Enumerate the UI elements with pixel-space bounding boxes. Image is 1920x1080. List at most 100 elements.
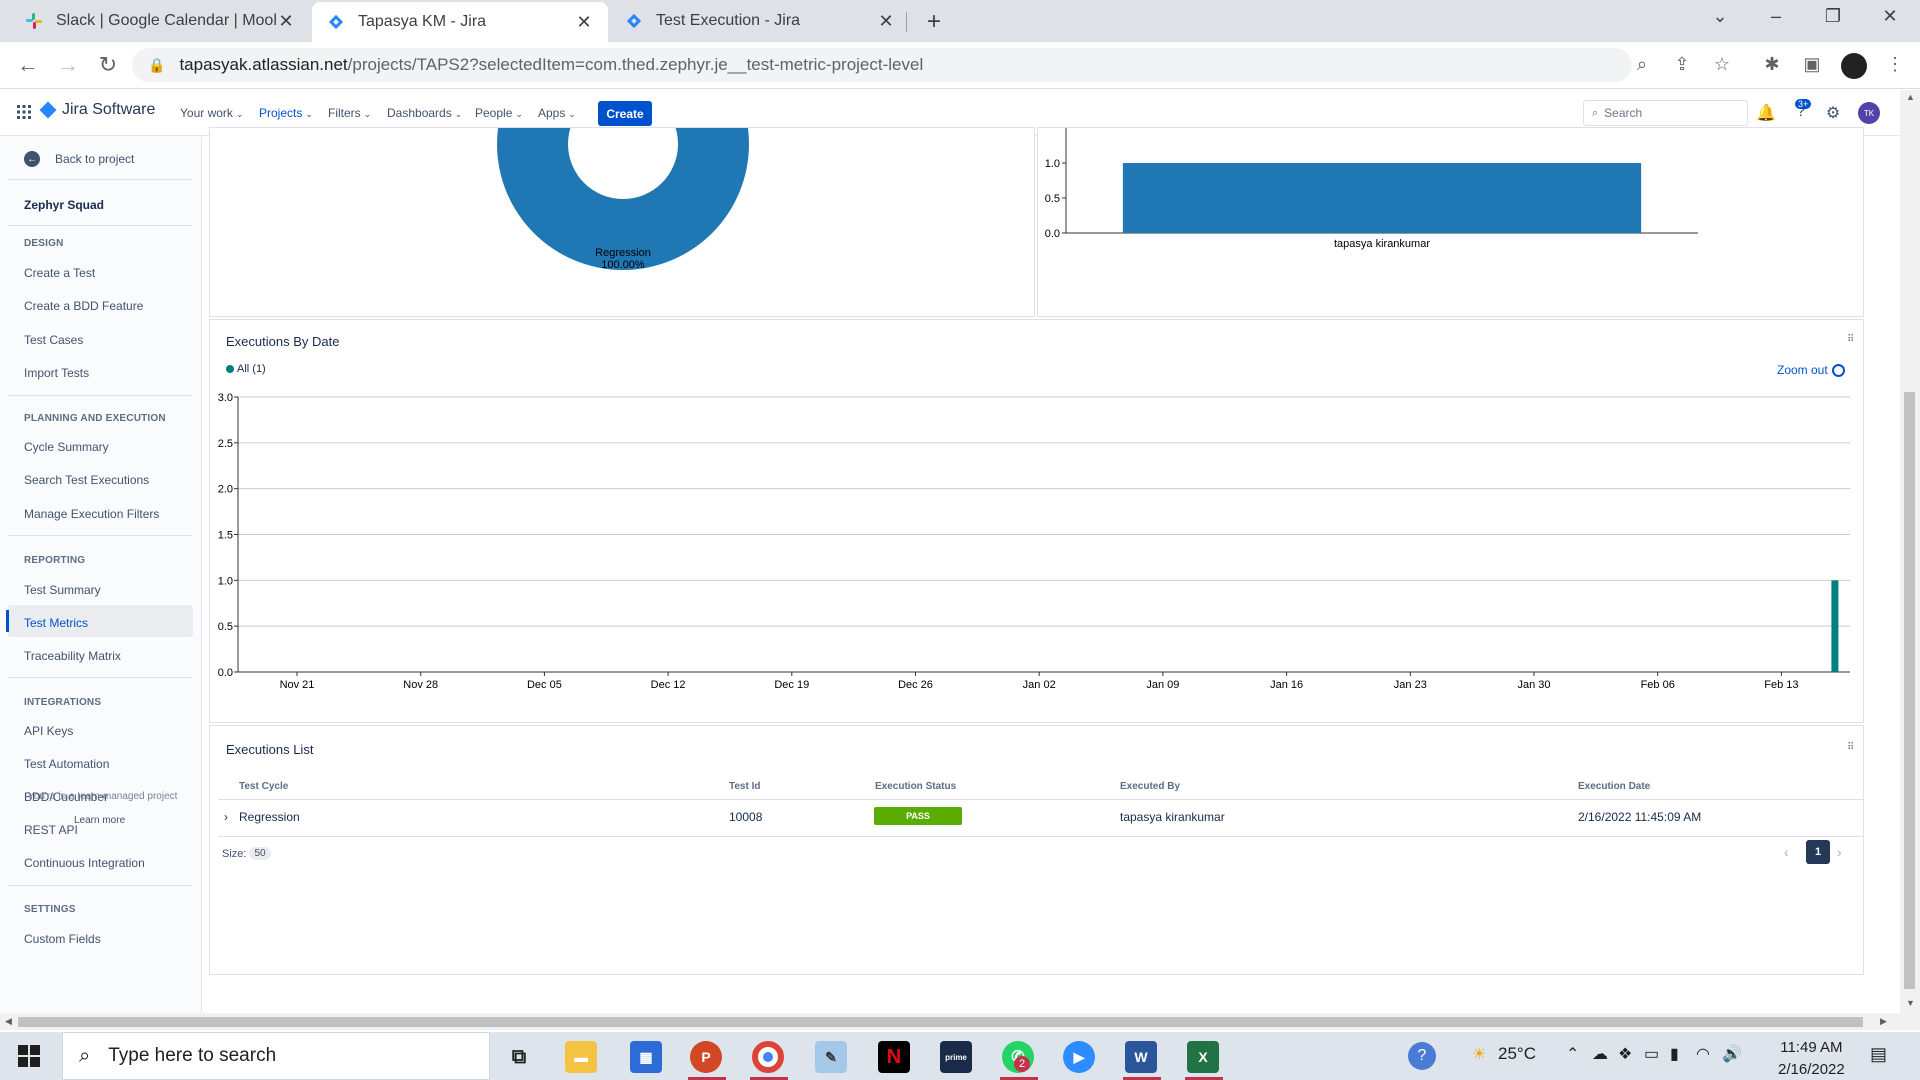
cell-test-id[interactable]: 10008 xyxy=(729,810,762,824)
close-icon[interactable]: ✕ xyxy=(574,12,594,33)
nav-people[interactable]: People ⌄ xyxy=(475,106,523,120)
create-button[interactable]: Create xyxy=(598,101,652,126)
side-panel-icon[interactable]: ▣ xyxy=(1800,54,1824,75)
chevron-right-icon[interactable]: › xyxy=(1837,844,1842,860)
browser-tab-slack[interactable]: Slack | Google Calendar | Moolya ✕ xyxy=(10,0,310,42)
page-size[interactable]: Size: 50 xyxy=(222,847,271,860)
profile-avatar[interactable] xyxy=(1841,53,1867,79)
zoom-app-icon[interactable]: ▶ xyxy=(1063,1041,1095,1073)
chevron-left-icon[interactable]: ‹ xyxy=(1784,844,1789,860)
vertical-scrollbar[interactable]: ▲ ▼ xyxy=(1900,90,1920,1013)
window-close-icon[interactable]: ✕ xyxy=(1870,6,1910,27)
notification-center-icon[interactable]: ▤ xyxy=(1870,1044,1887,1065)
sidebar-item-test-automation[interactable]: Test Automation xyxy=(24,757,109,771)
sidebar-item-rest-api[interactable]: REST API xyxy=(24,823,78,837)
bar-0[interactable] xyxy=(1122,163,1642,233)
column-header-executed-by[interactable]: Executed By xyxy=(1120,781,1180,792)
sidebar-item-import-tests[interactable]: Import Tests xyxy=(24,366,89,380)
share-icon[interactable]: ⇪ xyxy=(1670,54,1694,75)
address-bar[interactable]: 🔒 tapasyak.atlassian.net/projects/TAPS2?… xyxy=(132,48,1632,82)
sidebar-item-api-keys[interactable]: API Keys xyxy=(24,724,73,738)
menu-dots-icon[interactable]: ⋮ xyxy=(1883,54,1907,75)
app-switcher-icon[interactable] xyxy=(16,104,32,120)
column-header-test-cycle[interactable]: Test Cycle xyxy=(239,781,288,792)
execution-bar[interactable] xyxy=(1831,580,1839,672)
scroll-thumb[interactable] xyxy=(1904,392,1915,989)
dropbox-icon[interactable]: ❖ xyxy=(1618,1044,1632,1064)
windows-start-icon[interactable] xyxy=(18,1045,40,1067)
tab-search-icon[interactable]: ⌄ xyxy=(1700,6,1740,27)
user-avatar[interactable]: TK xyxy=(1858,102,1880,124)
sidebar-item-manage-execution-filters[interactable]: Manage Execution Filters xyxy=(24,507,159,521)
netflix-icon[interactable]: N xyxy=(878,1041,910,1073)
system-clock[interactable]: 11:49 AM 2/16/2022 xyxy=(1778,1037,1845,1080)
sidebar-item-test-cases[interactable]: Test Cases xyxy=(24,333,83,347)
display-icon[interactable]: ▭ xyxy=(1644,1044,1659,1064)
nav-your-work[interactable]: Your work ⌄ xyxy=(180,106,243,120)
file-explorer-icon[interactable]: ▬ xyxy=(565,1041,597,1073)
extensions-icon[interactable]: ✱ xyxy=(1760,54,1784,75)
column-header-test-id[interactable]: Test Id xyxy=(729,781,760,792)
current-page-button[interactable]: 1 xyxy=(1806,840,1830,864)
browser-tab-test-execution[interactable]: Test Execution - Jira ✕ xyxy=(610,0,910,42)
scroll-thumb[interactable] xyxy=(18,1017,1863,1027)
reload-icon[interactable]: ↻ xyxy=(94,52,122,78)
maximize-icon[interactable]: ❐ xyxy=(1813,6,1853,27)
new-tab-button[interactable]: + xyxy=(920,8,948,36)
chrome-icon[interactable] xyxy=(752,1041,784,1073)
excel-icon[interactable]: X xyxy=(1187,1041,1219,1073)
nav-apps[interactable]: Apps ⌄ xyxy=(538,106,576,120)
sidebar-item-test-summary[interactable]: Test Summary xyxy=(24,583,101,597)
sidebar-item-search-test-executions[interactable]: Search Test Executions xyxy=(24,473,149,487)
task-view-icon[interactable]: ⧉ xyxy=(503,1041,535,1073)
nav-projects[interactable]: Projects ⌄ xyxy=(259,106,313,120)
sidebar-item-continuous-integration[interactable]: Continuous Integration xyxy=(24,856,145,870)
volume-icon[interactable]: 🔊 xyxy=(1722,1044,1742,1064)
settings-gear-icon[interactable]: ⚙ xyxy=(1822,103,1844,123)
nav-dashboards[interactable]: Dashboards ⌄ xyxy=(387,106,462,120)
battery-icon[interactable]: ▮ xyxy=(1670,1044,1679,1064)
sidebar-item-create-test[interactable]: Create a Test xyxy=(24,266,95,280)
bookmark-star-icon[interactable]: ☆ xyxy=(1710,54,1734,75)
scroll-left-icon[interactable]: ◀ xyxy=(5,1016,12,1027)
chevron-up-icon[interactable]: ⌃ xyxy=(1566,1044,1579,1064)
sidebar-item-cycle-summary[interactable]: Cycle Summary xyxy=(24,440,109,454)
onedrive-icon[interactable]: ☁ xyxy=(1592,1044,1608,1064)
column-header-execution-status[interactable]: Execution Status xyxy=(875,781,956,792)
powerpoint-icon[interactable]: P xyxy=(690,1041,722,1073)
minimize-icon[interactable]: – xyxy=(1756,6,1796,27)
taskbar-search-input[interactable]: ⌕ Type here to search xyxy=(62,1032,490,1080)
forward-icon[interactable]: → xyxy=(54,52,82,78)
drag-handle-icon[interactable]: ⠿ xyxy=(1847,742,1854,753)
column-header-execution-date[interactable]: Execution Date xyxy=(1578,781,1650,792)
jira-software-logo[interactable]: Jira Software xyxy=(39,101,155,119)
scroll-up-icon[interactable]: ▲ xyxy=(1906,92,1915,102)
sidebar-item-create-bdd-feature[interactable]: Create a BDD Feature xyxy=(24,299,143,313)
zoom-icon[interactable]: ⌕ xyxy=(1630,54,1654,75)
word-icon[interactable]: W xyxy=(1125,1041,1157,1073)
scroll-right-icon[interactable]: ▶ xyxy=(1880,1016,1887,1027)
browser-tab-jira[interactable]: Tapasya KM - Jira ✕ xyxy=(312,2,608,42)
search-input[interactable]: ⌕ Search xyxy=(1583,100,1748,126)
prime-video-icon[interactable]: prime xyxy=(940,1041,972,1073)
help-tray-icon[interactable]: ? xyxy=(1408,1042,1436,1070)
horizontal-scrollbar[interactable]: ◀ ▶ xyxy=(0,1013,1920,1030)
status-badge[interactable]: PASS xyxy=(874,807,962,825)
sidebar-item-test-metrics[interactable]: Test Metrics xyxy=(24,616,88,630)
sidebar-item-traceability-matrix[interactable]: Traceability Matrix xyxy=(24,649,121,663)
back-to-project-link[interactable]: ← Back to project xyxy=(24,151,134,167)
close-icon[interactable]: ✕ xyxy=(876,11,896,32)
scroll-down-icon[interactable]: ▼ xyxy=(1906,998,1915,1008)
notifications-icon[interactable]: 🔔 xyxy=(1755,103,1777,123)
back-icon[interactable]: ← xyxy=(14,52,42,78)
nav-filters[interactable]: Filters ⌄ xyxy=(328,106,371,120)
expand-row-icon[interactable]: › xyxy=(224,810,228,824)
close-icon[interactable]: ✕ xyxy=(276,11,296,32)
microsoft-store-icon[interactable]: ▦ xyxy=(630,1041,662,1073)
sidebar-item-custom-fields[interactable]: Custom Fields xyxy=(24,932,101,946)
learn-more-link[interactable]: Learn more xyxy=(74,815,125,826)
weather-icon[interactable]: ☀ xyxy=(1472,1044,1486,1064)
wifi-icon[interactable]: ◠ xyxy=(1696,1044,1710,1064)
paint-icon[interactable]: ✎ xyxy=(815,1041,847,1073)
weather-temperature[interactable]: 25°C xyxy=(1498,1044,1536,1064)
